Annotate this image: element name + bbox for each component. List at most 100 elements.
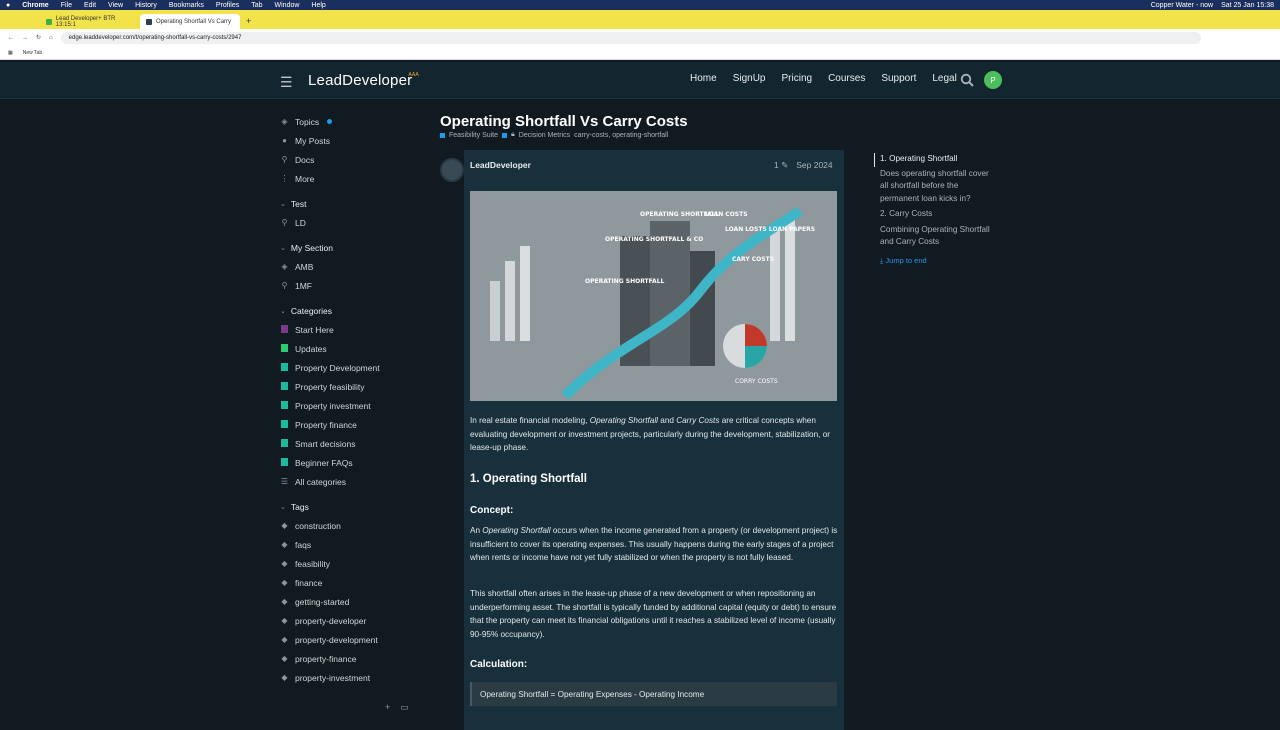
apple-icon[interactable]: ● (6, 2, 10, 9)
sidebar-section-test[interactable]: ⌄ Test (280, 195, 420, 213)
sidebar-item-ld[interactable]: ⚲ LD (280, 213, 420, 232)
sidebar-tag[interactable]: ◆ construction (280, 516, 420, 535)
search-icon[interactable] (960, 73, 974, 87)
keyboard-icon[interactable]: ▭ (400, 702, 409, 713)
url-input[interactable]: edge.leaddeveloper.com/t/operating-short… (60, 31, 1201, 44)
sidebar-item-my-posts[interactable]: ● My Posts (280, 131, 420, 150)
back-icon[interactable]: ← (8, 35, 14, 41)
post-hero-image[interactable]: OPERATING SHORTFALL LOAN COSTS LOAN LOST… (470, 191, 837, 401)
reload-icon[interactable]: ↻ (36, 34, 41, 41)
author-avatar[interactable] (440, 158, 464, 182)
sidebar-item-label: getting-started (295, 596, 350, 607)
post-date[interactable]: Sep 2024 (796, 160, 832, 171)
sidebar-item-label: 1MF (295, 280, 312, 291)
nav-home[interactable]: Home (690, 73, 717, 84)
sidebar-category-property-feasibility[interactable]: Property feasibility (280, 377, 420, 396)
sidebar-tag[interactable]: ◆ property-investment (280, 668, 420, 687)
now-playing-status[interactable]: Copper Water - now (1151, 2, 1213, 9)
toc-item[interactable]: Combining Operating Shortfall and Carry … (880, 224, 990, 249)
sidebar-item-docs[interactable]: ⚲ Docs (280, 150, 420, 169)
sidebar-item-topics[interactable]: ◈ Topics (280, 112, 420, 131)
category-link[interactable]: Feasibility Suite (449, 132, 498, 139)
menu-window[interactable]: Window (275, 2, 300, 9)
sidebar-tag[interactable]: ◆ getting-started (280, 592, 420, 611)
home-icon[interactable]: ⌂ (49, 35, 53, 41)
new-tab-button[interactable]: + (246, 16, 251, 26)
menu-profiles[interactable]: Profiles (216, 2, 239, 9)
browser-tab-active[interactable]: Operating Shortfall Vs Carry (140, 14, 240, 29)
hamburger-menu-icon[interactable]: ☰ (280, 74, 293, 91)
nav-support[interactable]: Support (881, 73, 916, 84)
browser-tab-strip: Lead Developer+ BTR 13:15:1 Operating Sh… (0, 10, 1280, 29)
tag-icon: ◆ (281, 616, 288, 625)
forward-icon[interactable]: → (22, 35, 28, 41)
toc-item[interactable]: 2. Carry Costs (880, 208, 990, 221)
sidebar-section-tags[interactable]: ⌄ Tags (280, 498, 420, 516)
clock[interactable]: Sat 25 Jan 15:38 (1221, 2, 1274, 9)
menu-bookmarks[interactable]: Bookmarks (169, 2, 204, 9)
sidebar-tag[interactable]: ◆ feasibility (280, 554, 420, 573)
sidebar-item-more[interactable]: ⋮ More (280, 169, 420, 188)
menu-history[interactable]: History (135, 2, 157, 9)
layers-icon: ◈ (281, 262, 288, 271)
jump-to-end-link[interactable]: ⤓ Jump to end (880, 255, 990, 268)
nav-signup[interactable]: SignUp (733, 73, 766, 84)
sidebar-item-label: property-finance (295, 653, 357, 664)
nav-courses[interactable]: Courses (828, 73, 865, 84)
logo-badge: AAA (408, 72, 419, 78)
chevron-down-icon: ⌄ (280, 308, 286, 315)
sidebar-item-label: finance (295, 577, 323, 588)
sidebar-category-property-finance[interactable]: Property finance (280, 415, 420, 434)
post-author[interactable]: LeadDeveloper (470, 160, 531, 170)
topic-tags[interactable]: carry-costs, operating-shortfall (574, 132, 668, 139)
link-icon: ⚲ (281, 218, 288, 227)
sidebar-category-property-investment[interactable]: Property investment (280, 396, 420, 415)
nav-pricing[interactable]: Pricing (782, 73, 813, 84)
edit-count[interactable]: 1 ✎ (774, 160, 788, 171)
link-icon: ⚲ (281, 281, 288, 290)
tag-icon: ◆ (281, 654, 288, 663)
apps-icon[interactable]: ▦ (8, 50, 13, 56)
hero-label: LOAN LOSTS LOAN PAPERS (725, 226, 815, 233)
sidebar-category-start-here[interactable]: Start Here (280, 320, 420, 339)
menu-view[interactable]: View (108, 2, 123, 9)
sidebar-section-categories[interactable]: ⌄ Categories (280, 302, 420, 320)
browser-tab[interactable]: Lead Developer+ BTR 13:15:1 (40, 14, 140, 29)
sidebar-category-beginner-faqs[interactable]: Beginner FAQs (280, 453, 420, 472)
tag-icon: ◆ (281, 521, 288, 530)
lock-icon: 🔒︎ (511, 131, 515, 138)
sidebar-tag[interactable]: ◆ property-developer (280, 611, 420, 630)
user-icon: ● (282, 136, 287, 145)
sidebar-tag[interactable]: ◆ property-finance (280, 649, 420, 668)
sidebar-item-label: Beginner FAQs (295, 457, 353, 468)
site-logo[interactable]: LeadDeveloperAAA (308, 72, 419, 89)
toc-item[interactable]: Does operating shortfall cover all short… (880, 168, 990, 206)
bookmark-new-tab[interactable]: New Tab (23, 50, 42, 56)
app-name[interactable]: Chrome (22, 2, 48, 9)
user-avatar[interactable]: P (984, 71, 1002, 89)
url-text: edge.leaddeveloper.com/t/operating-short… (68, 34, 242, 41)
sidebar-tag[interactable]: ◆ faqs (280, 535, 420, 554)
add-section-icon[interactable]: + (385, 702, 390, 713)
sidebar-item-1mf[interactable]: ⚲ 1MF (280, 276, 420, 295)
sidebar-all-categories[interactable]: ☰ All categories (280, 472, 420, 491)
subcategory-link[interactable]: Decision Metrics (519, 132, 570, 139)
sidebar-item-amb[interactable]: ◈ AMB (280, 257, 420, 276)
menu-edit[interactable]: Edit (84, 2, 96, 9)
sidebar-category-updates[interactable]: Updates (280, 339, 420, 358)
toc-item[interactable]: 1. Operating Shortfall (880, 153, 990, 166)
sidebar-tag[interactable]: ◆ finance (280, 573, 420, 592)
menu-help[interactable]: Help (311, 2, 325, 9)
tab-label: Lead Developer+ BTR 13:15:1 (55, 15, 116, 28)
sidebar-tag[interactable]: ◆ property-development (280, 630, 420, 649)
text-emphasis: Carry Costs (676, 416, 720, 425)
menu-file[interactable]: File (61, 2, 72, 9)
category-color-square (281, 457, 288, 466)
nav-legal[interactable]: Legal (932, 73, 956, 84)
sidebar-category-smart-decisions[interactable]: Smart decisions (280, 434, 420, 453)
sidebar-section-my-section[interactable]: ⌄ My Section (280, 239, 420, 257)
menu-tab[interactable]: Tab (251, 2, 262, 9)
tab-label: Operating Shortfall Vs Carry (156, 18, 232, 25)
sidebar-category-property-development[interactable]: Property Development (280, 358, 420, 377)
download-arrow-icon: ⤓ (880, 255, 884, 265)
